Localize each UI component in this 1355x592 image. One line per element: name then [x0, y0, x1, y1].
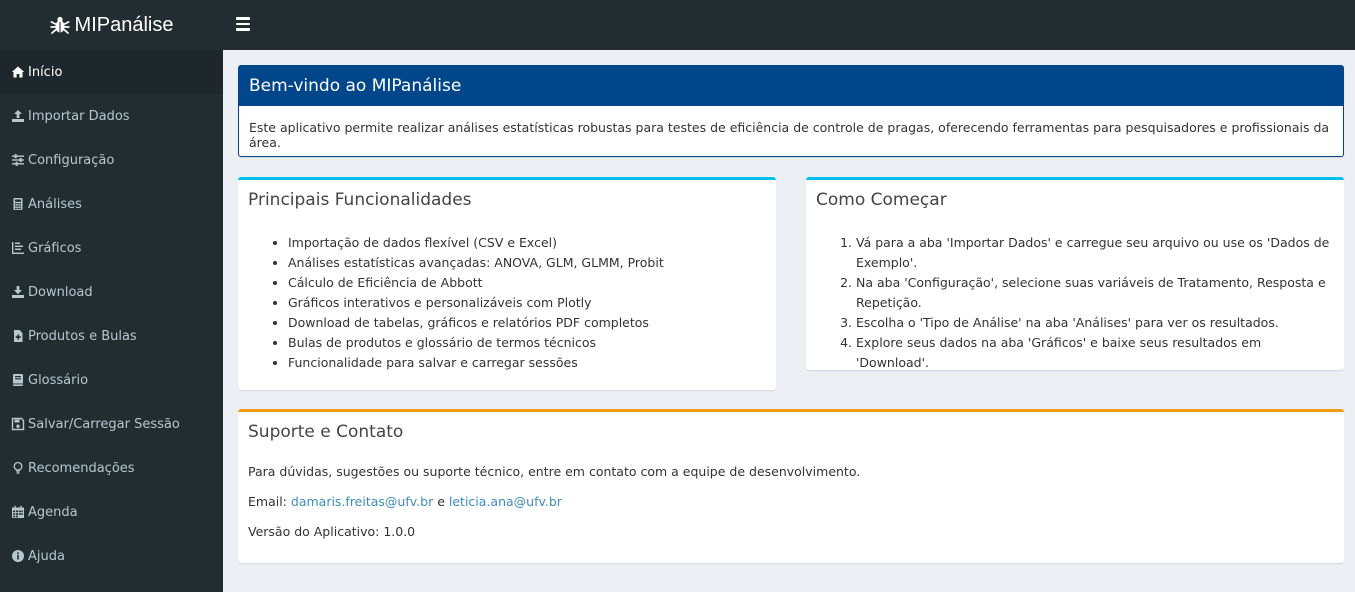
list-item: Na aba 'Configuração', selecione suas va… — [856, 273, 1334, 313]
sidebar-item-label: Importar Dados — [28, 108, 130, 124]
list-item: Funcionalidade para salvar e carregar se… — [288, 353, 766, 373]
steps-list: Vá para a aba 'Importar Dados' e carregu… — [816, 233, 1334, 373]
sidebar-item-label: Salvar/Carregar Sessão — [28, 416, 180, 432]
sidebar: Início Importar Dados Configuração Análi… — [0, 50, 223, 592]
sidebar-item-importar-dados[interactable]: Importar Dados — [0, 94, 223, 138]
features-title: Principais Funcionalidades — [248, 190, 472, 210]
list-item: Explore seus dados na aba 'Gráficos' e b… — [856, 333, 1334, 373]
sidebar-item-label: Produtos e Bulas — [28, 328, 137, 344]
email-link-damaris[interactable]: damaris.freitas@ufv.br — [291, 494, 433, 509]
email-line: Email: damaris.freitas@ufv.br e leticia.… — [248, 493, 1334, 511]
welcome-box: Bem-vindo ao MIPanálise Este aplicativo … — [238, 65, 1344, 157]
info-icon — [11, 549, 25, 563]
welcome-text: Este aplicativo permite realizar análise… — [249, 120, 1330, 150]
lightbulb-icon — [11, 461, 25, 475]
sidebar-item-label: Recomendações — [28, 460, 135, 476]
sidebar-item-label: Download — [28, 284, 93, 300]
getting-started-box: Como Começar Vá para a aba 'Importar Dad… — [806, 177, 1344, 370]
calculator-icon — [11, 197, 25, 211]
support-text: Para dúvidas, sugestões ou suporte técni… — [248, 464, 861, 479]
sidebar-item-label: Agenda — [28, 504, 78, 520]
email-separator: e — [437, 494, 445, 509]
email-label: Email: — [248, 494, 287, 509]
list-item: Vá para a aba 'Importar Dados' e carregu… — [856, 233, 1334, 273]
main-content: Bem-vindo ao MIPanálise Este aplicativo … — [223, 50, 1355, 592]
app-title: MIPanálise — [74, 13, 174, 36]
home-icon — [11, 65, 25, 79]
list-item: Bulas de produtos e glossário de termos … — [288, 333, 766, 353]
sliders-icon — [11, 153, 25, 167]
support-title: Suporte e Contato — [248, 422, 404, 442]
sidebar-item-label: Ajuda — [28, 548, 65, 564]
sidebar-toggle-menu-icon[interactable] — [236, 17, 250, 31]
getting-started-title: Como Começar — [816, 190, 947, 210]
sidebar-item-analises[interactable]: Análises — [0, 182, 223, 226]
save-icon — [11, 417, 25, 431]
sidebar-item-salvar-carregar-sessao[interactable]: Salvar/Carregar Sessão — [0, 402, 223, 446]
app-logo[interactable]: MIPanálise — [0, 0, 223, 50]
sidebar-item-recomendacoes[interactable]: Recomendações — [0, 446, 223, 490]
sidebar-item-inicio[interactable]: Início — [0, 50, 223, 94]
email-link-leticia[interactable]: leticia.ana@ufv.br — [449, 494, 562, 509]
chart-icon — [11, 241, 25, 255]
list-item: Escolha o 'Tipo de Análise' na aba 'Anál… — [856, 313, 1334, 333]
features-box: Principais Funcionalidades Importação de… — [238, 177, 776, 390]
welcome-title: Bem-vindo ao MIPanálise — [239, 66, 1343, 106]
download-icon — [11, 285, 25, 299]
sidebar-item-label: Gráficos — [28, 240, 82, 256]
sidebar-item-produtos-e-bulas[interactable]: Produtos e Bulas — [0, 314, 223, 358]
sidebar-item-agenda[interactable]: Agenda — [0, 490, 223, 534]
bug-icon — [49, 15, 70, 35]
features-list: Importação de dados flexível (CSV e Exce… — [248, 233, 766, 373]
app-version: Versão do Aplicativo: 1.0.0 — [248, 524, 416, 539]
sidebar-item-configuracao[interactable]: Configuração — [0, 138, 223, 182]
calendar-icon — [11, 505, 25, 519]
list-item: Cálculo de Eficiência de Abbott — [288, 273, 766, 293]
sidebar-item-ajuda[interactable]: Ajuda — [0, 534, 223, 578]
list-item: Gráficos interativos e personalizáveis c… — [288, 293, 766, 313]
sidebar-item-label: Análises — [28, 196, 82, 212]
book-icon — [11, 373, 25, 387]
file-medical-icon — [11, 329, 25, 343]
top-navbar: MIPanálise — [0, 0, 1355, 50]
list-item: Importação de dados flexível (CSV e Exce… — [288, 233, 766, 253]
sidebar-item-label: Configuração — [28, 152, 115, 168]
sidebar-item-label: Glossário — [28, 372, 89, 388]
list-item: Análises estatísticas avançadas: ANOVA, … — [288, 253, 766, 273]
sidebar-item-download[interactable]: Download — [0, 270, 223, 314]
list-item: Download de tabelas, gráficos e relatóri… — [288, 313, 766, 333]
sidebar-item-graficos[interactable]: Gráficos — [0, 226, 223, 270]
support-box: Suporte e Contato Para dúvidas, sugestõe… — [238, 409, 1344, 563]
upload-icon — [11, 109, 25, 123]
sidebar-item-label: Início — [28, 64, 63, 80]
sidebar-item-glossario[interactable]: Glossário — [0, 358, 223, 402]
